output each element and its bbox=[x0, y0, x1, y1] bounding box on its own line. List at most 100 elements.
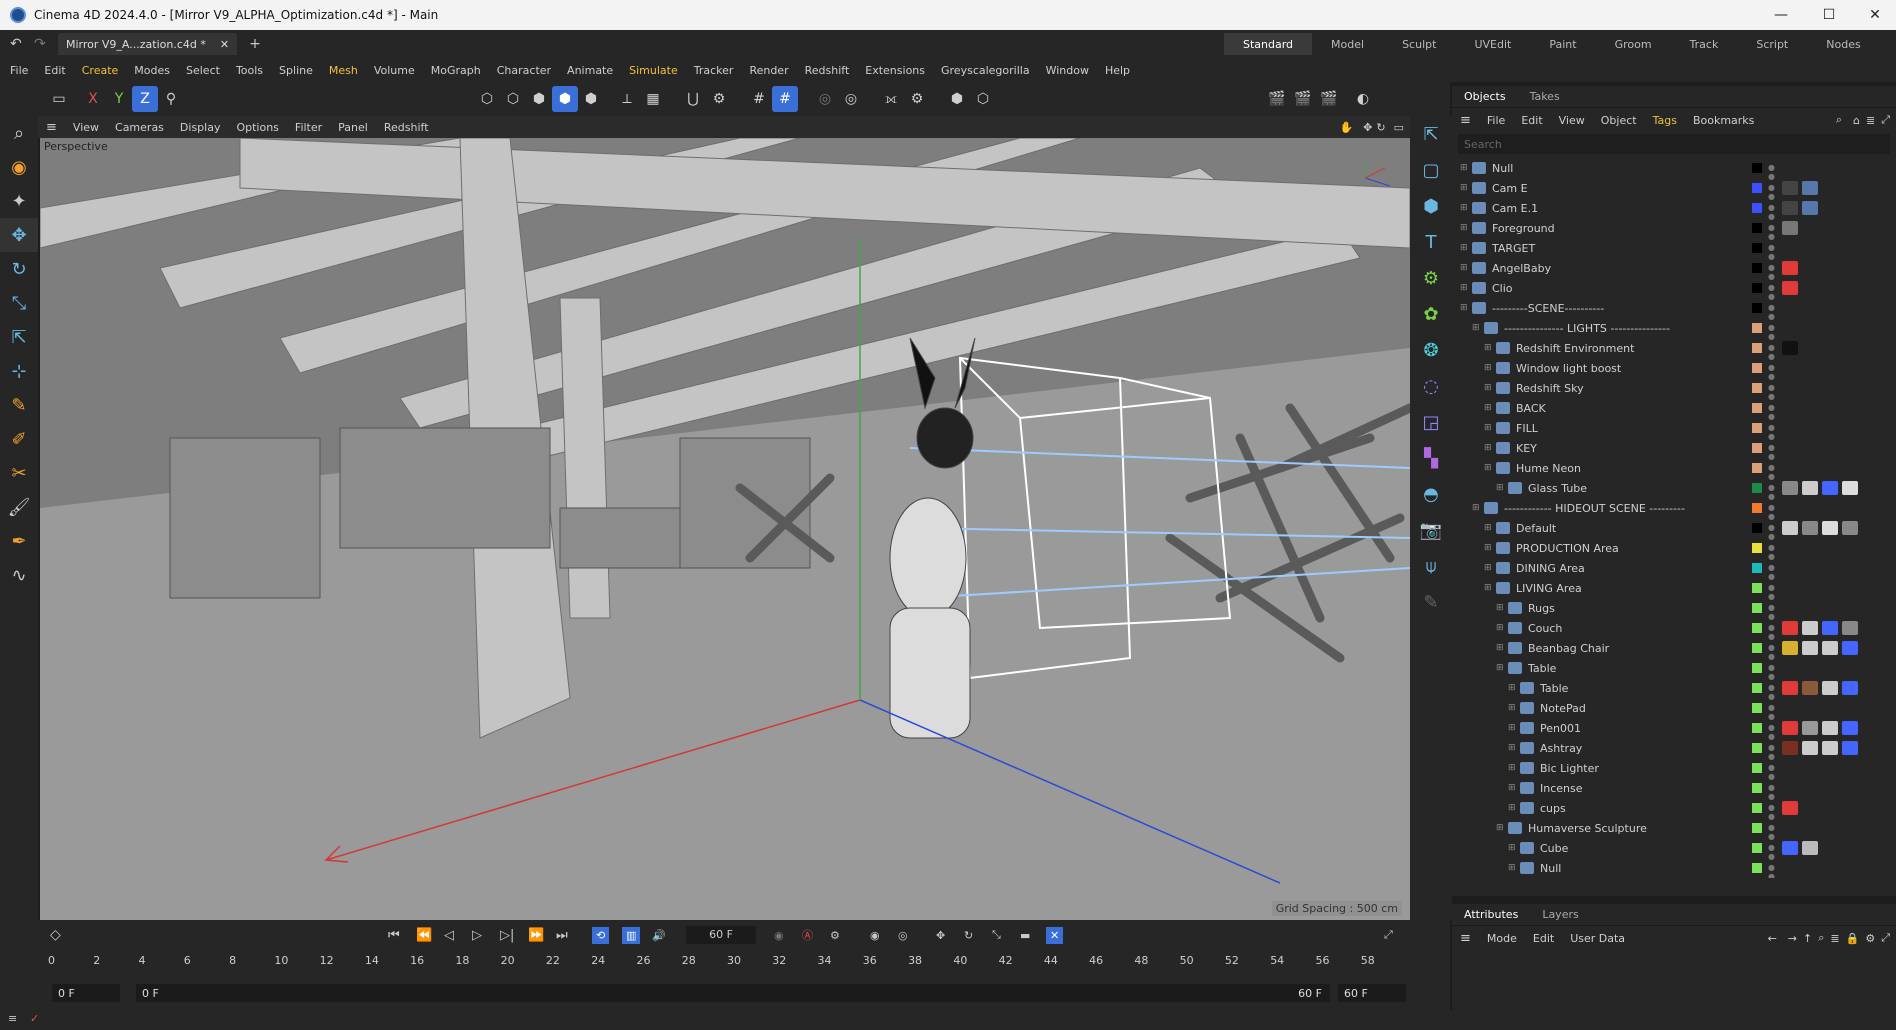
object-row[interactable]: ⊞ Hume Neon ● ● bbox=[1452, 458, 1896, 482]
object-row[interactable]: ⊞ DINING Area ● ● bbox=[1452, 558, 1896, 582]
object-row[interactable]: ⊞ AngelBaby ● ● bbox=[1452, 258, 1896, 281]
viewport-menu-options[interactable]: Options bbox=[228, 121, 286, 134]
layout-script[interactable]: Script bbox=[1737, 38, 1807, 51]
close-window-button[interactable]: ✕ bbox=[1852, 0, 1896, 30]
object-row[interactable]: ⊞ Cube ● ● bbox=[1452, 838, 1896, 861]
deformer-icon[interactable]: ◌ bbox=[1410, 368, 1452, 404]
object-tag-icon[interactable] bbox=[1822, 641, 1838, 655]
visibility-dots-icon[interactable]: ● ● bbox=[1768, 823, 1775, 841]
visibility-dots-icon[interactable]: ● ● bbox=[1768, 303, 1775, 321]
layer-color-swatch[interactable] bbox=[1752, 283, 1762, 293]
object-tag-icon[interactable] bbox=[1822, 481, 1838, 495]
menu-edit[interactable]: Edit bbox=[36, 64, 73, 77]
object-tag-icon[interactable] bbox=[1802, 681, 1818, 695]
axis-mode-icon[interactable]: ⟂ bbox=[614, 86, 640, 112]
redo-icon[interactable]: ↷ bbox=[34, 36, 46, 52]
workplane-snap-icon[interactable]: # bbox=[772, 86, 798, 112]
layer-color-swatch[interactable] bbox=[1752, 363, 1762, 373]
visibility-dots-icon[interactable]: ● ● bbox=[1768, 483, 1775, 501]
visibility-dots-icon[interactable]: ● ● bbox=[1768, 563, 1775, 581]
expand-arrow-icon[interactable]: ⊞ bbox=[1460, 223, 1470, 233]
key-param-icon[interactable]: ⤡ bbox=[992, 928, 1001, 942]
keyframe-selection-icon[interactable]: ◉ bbox=[870, 929, 880, 942]
visibility-dots-icon[interactable]: ● ● bbox=[1768, 623, 1775, 641]
lock-icon[interactable]: 🔒 bbox=[1843, 932, 1863, 945]
object-tag-icon[interactable] bbox=[1842, 721, 1858, 735]
expand-arrow-icon[interactable]: ⊞ bbox=[1460, 183, 1470, 193]
tab-objects[interactable]: Objects bbox=[1452, 90, 1518, 103]
environment-icon[interactable]: ◓ bbox=[1410, 476, 1452, 512]
transfer-tool-icon[interactable]: ⇱ bbox=[0, 320, 38, 354]
object-row[interactable]: ⊞ Glass Tube ● ● bbox=[1452, 478, 1896, 501]
visibility-dots-icon[interactable]: ● ● bbox=[1768, 443, 1775, 461]
render-settings-icon[interactable]: ⬡ bbox=[970, 86, 996, 112]
menu-tracker[interactable]: Tracker bbox=[686, 64, 742, 77]
menu-select[interactable]: Select bbox=[178, 64, 228, 77]
key-scale-icon[interactable]: ↻ bbox=[964, 929, 973, 942]
visibility-dots-icon[interactable]: ● ● bbox=[1768, 383, 1775, 401]
object-tag-icon[interactable] bbox=[1822, 741, 1838, 755]
expand-arrow-icon[interactable]: ⊞ bbox=[1484, 363, 1494, 373]
objects-menu-file[interactable]: File bbox=[1479, 114, 1513, 127]
menu-character[interactable]: Character bbox=[489, 64, 559, 77]
volume-icon[interactable]: ▚ bbox=[1410, 440, 1452, 476]
layer-color-swatch[interactable] bbox=[1752, 163, 1762, 173]
menu-animate[interactable]: Animate bbox=[559, 64, 621, 77]
layer-color-swatch[interactable] bbox=[1752, 723, 1762, 733]
layout-paint[interactable]: Paint bbox=[1530, 38, 1595, 51]
expand-arrow-icon[interactable]: ⊞ bbox=[1460, 303, 1470, 313]
move-tool-icon[interactable]: ✥ bbox=[0, 218, 38, 252]
object-tag-icon[interactable] bbox=[1842, 681, 1858, 695]
spline-pen-icon[interactable]: ✎ bbox=[0, 388, 38, 422]
object-row[interactable]: ⊞ Ashtray ● ● bbox=[1452, 738, 1896, 761]
layer-color-swatch[interactable] bbox=[1752, 823, 1762, 833]
object-row[interactable]: ⊞ Couch ● ● bbox=[1452, 618, 1896, 641]
expand-arrow-icon[interactable]: ⊞ bbox=[1496, 823, 1506, 833]
object-tag-icon[interactable] bbox=[1782, 341, 1798, 355]
rotate-view-icon[interactable]: ↻ bbox=[1374, 121, 1387, 134]
points-mode-icon[interactable]: ⬡ bbox=[474, 86, 500, 112]
current-frame-field[interactable]: 60 F bbox=[686, 926, 756, 944]
layer-color-swatch[interactable] bbox=[1752, 223, 1762, 233]
rectangle-spline-icon[interactable]: ▢ bbox=[1410, 152, 1452, 188]
coordinate-system-icon[interactable]: ▭ bbox=[46, 86, 72, 112]
brush-tool-icon[interactable]: 🖌 bbox=[0, 490, 38, 524]
menu-extensions[interactable]: Extensions bbox=[857, 64, 933, 77]
minimize-button[interactable]: — bbox=[1758, 0, 1804, 30]
expand-arrow-icon[interactable]: ⊞ bbox=[1508, 783, 1518, 793]
object-row[interactable]: ⊞ Window light boost ● ● bbox=[1452, 358, 1896, 382]
visibility-dots-icon[interactable]: ● ● bbox=[1768, 463, 1775, 481]
objects-menu-bookmarks[interactable]: Bookmarks bbox=[1685, 114, 1762, 127]
motion-system-icon[interactable]: ✕ bbox=[1046, 926, 1064, 944]
layer-color-swatch[interactable] bbox=[1752, 203, 1762, 213]
render-region-icon[interactable]: ◎ bbox=[812, 86, 838, 112]
object-row[interactable]: ⊞ Clio ● ● bbox=[1452, 278, 1896, 301]
play-icon[interactable]: ▷ bbox=[472, 928, 482, 943]
object-row[interactable]: ⊞ Default ● ● bbox=[1452, 518, 1896, 541]
layer-color-swatch[interactable] bbox=[1752, 563, 1762, 573]
sound-icon[interactable]: 🔊 bbox=[652, 929, 666, 942]
material-icon[interactable]: ⬢ bbox=[944, 86, 970, 112]
attributes-menu-edit[interactable]: Edit bbox=[1525, 932, 1562, 945]
layer-color-swatch[interactable] bbox=[1752, 523, 1762, 533]
redshift-renderview-icon[interactable]: ◐ bbox=[1350, 86, 1376, 112]
object-tag-icon[interactable] bbox=[1802, 201, 1818, 215]
expand-arrow-icon[interactable]: ⊞ bbox=[1484, 583, 1494, 593]
expand-arrow-icon[interactable]: ⊞ bbox=[1484, 543, 1494, 553]
object-row[interactable]: ⊞ Table ● ● bbox=[1452, 658, 1896, 682]
visibility-dots-icon[interactable]: ● ● bbox=[1768, 783, 1775, 801]
expand-arrow-icon[interactable]: ⊞ bbox=[1508, 863, 1518, 873]
expand-arrow-icon[interactable]: ⊞ bbox=[1460, 203, 1470, 213]
key-pla-icon[interactable]: ▬ bbox=[1020, 929, 1030, 942]
menu-window[interactable]: Window bbox=[1038, 64, 1097, 77]
object-tag-icon[interactable] bbox=[1782, 221, 1798, 235]
selection-tools-icon[interactable]: ✦ bbox=[0, 184, 38, 218]
goto-end-icon[interactable]: ⏭ bbox=[556, 928, 568, 943]
frame-range-slider[interactable]: 0 F 60 F bbox=[136, 984, 1330, 1002]
edges-mode-icon[interactable]: ⬡ bbox=[500, 86, 526, 112]
layer-color-swatch[interactable] bbox=[1752, 423, 1762, 433]
layer-color-swatch[interactable] bbox=[1752, 483, 1762, 493]
visibility-dots-icon[interactable]: ● ● bbox=[1768, 163, 1775, 181]
layer-color-swatch[interactable] bbox=[1752, 503, 1762, 513]
expand-arrow-icon[interactable]: ⊞ bbox=[1508, 763, 1518, 773]
